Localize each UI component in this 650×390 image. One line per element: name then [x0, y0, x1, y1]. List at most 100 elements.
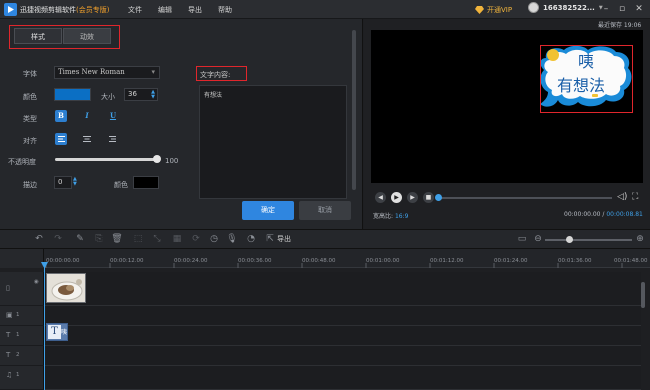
prev-frame-button[interactable]: ◀: [375, 192, 386, 203]
play-icon: ▶: [394, 194, 399, 201]
edit-icon[interactable]: ✎: [74, 233, 86, 245]
aspect-ratio[interactable]: 宽高比: 16:9: [373, 211, 408, 220]
fit-timeline-icon[interactable]: ▭: [516, 233, 528, 245]
align-right-icon: [109, 136, 116, 142]
zoom-out-icon[interactable]: ⊖: [532, 233, 544, 245]
ruler-tick-label: 00:00:24.00: [174, 258, 208, 264]
spin-arrows-icon[interactable]: ▲ ▼: [151, 90, 155, 100]
tab-style[interactable]: 样式: [14, 28, 62, 44]
track-header-text-1[interactable]: T 1: [0, 326, 44, 346]
stroke-stepper[interactable]: 0: [54, 176, 72, 189]
timeline-scrollbar[interactable]: [641, 282, 645, 308]
playhead-line[interactable]: [44, 262, 45, 390]
font-label: 字体: [23, 70, 37, 78]
delete-icon[interactable]: 🗑: [111, 233, 123, 245]
track-number: 2: [16, 352, 20, 358]
image-clip[interactable]: [46, 273, 86, 303]
zoom-in-icon[interactable]: ⊕: [634, 233, 646, 245]
spin-arrows-icon[interactable]: ▲ ▼: [73, 177, 77, 187]
redo-icon[interactable]: ↷: [52, 233, 64, 245]
text-content-field[interactable]: 有想法: [199, 85, 347, 199]
zoom-slider-track[interactable]: [545, 239, 632, 241]
panel-scrollbar[interactable]: [352, 30, 356, 190]
fullscreen-icon[interactable]: ⛶: [632, 192, 638, 202]
menu-edit[interactable]: 编辑: [158, 5, 172, 15]
opacity-slider-track[interactable]: [55, 158, 158, 161]
stroke-color-swatch[interactable]: [133, 176, 159, 189]
export-icon[interactable]: ⇱: [264, 233, 276, 245]
ruler-tick-label: 00:01:24.00: [494, 258, 528, 264]
diamond-icon: [475, 5, 484, 14]
eye-icon[interactable]: ◉: [34, 279, 39, 285]
track-header-music[interactable]: ♫ 1: [0, 366, 44, 390]
text-clip[interactable]: T 咦: [46, 323, 68, 341]
skip-back-icon: ◀: [378, 194, 383, 201]
underline-button[interactable]: U: [107, 110, 119, 122]
font-select[interactable]: Times New Roman ▾: [54, 66, 160, 79]
mosaic-icon[interactable]: ▦: [171, 233, 183, 245]
playback-progress-track[interactable]: [436, 197, 612, 199]
text-content-label: 文字内容:: [200, 71, 231, 79]
ruler-tick-label: 00:00:00.00: [46, 258, 80, 264]
resize-icon[interactable]: ⤡: [151, 233, 163, 245]
stroke-color-label: 颜色: [114, 181, 128, 189]
zoom-slider-handle[interactable]: [566, 236, 573, 243]
menu-help[interactable]: 帮助: [218, 5, 232, 15]
confirm-button[interactable]: 确定: [242, 201, 294, 220]
rotate-icon[interactable]: ⟳: [190, 233, 202, 245]
stop-button[interactable]: ■: [423, 192, 434, 203]
text-track-icon: T: [6, 331, 11, 339]
play-button[interactable]: ▶: [391, 192, 402, 203]
size-stepper[interactable]: 36 ▲ ▼: [124, 88, 158, 101]
ruler-tick-label: 00:00:36.00: [238, 258, 272, 264]
align-center-button[interactable]: [81, 133, 93, 145]
size-value: 36: [128, 90, 137, 98]
app-logo-icon: [4, 3, 17, 16]
timer-icon[interactable]: ◔: [245, 233, 257, 245]
align-center-icon: [83, 136, 91, 142]
cancel-button[interactable]: 取消: [299, 201, 351, 220]
minimize-icon[interactable]: –: [600, 3, 612, 15]
undo-icon[interactable]: ↶: [33, 233, 45, 245]
app-name: 迅捷视频剪辑软件: [20, 6, 76, 14]
microphone-icon[interactable]: 🎙: [226, 233, 238, 245]
track-header-video[interactable]: ▣ 1: [0, 306, 44, 326]
vip-button[interactable]: 开通VIP: [475, 3, 512, 16]
menu-file[interactable]: 文件: [128, 5, 142, 15]
track-number: 1: [16, 372, 20, 378]
italic-button[interactable]: I: [81, 110, 93, 122]
align-left-icon: [58, 136, 65, 142]
track-lane-text-2[interactable]: [44, 346, 641, 366]
opacity-value: 100: [165, 157, 179, 165]
bold-button[interactable]: B: [55, 110, 67, 122]
align-left-button[interactable]: [55, 133, 67, 145]
playback-progress-handle[interactable]: [435, 194, 442, 201]
export-button[interactable]: 导出: [277, 234, 291, 244]
close-icon[interactable]: ✕: [633, 3, 645, 15]
duration-icon[interactable]: ◷: [208, 233, 220, 245]
track-lane-text-1[interactable]: [44, 326, 641, 346]
video-track-icon: ▣: [6, 311, 13, 319]
track-lane-image[interactable]: [44, 272, 641, 306]
track-lane-video[interactable]: [44, 306, 641, 326]
track-header-text-2[interactable]: T 2: [0, 346, 44, 366]
ruler-tick-label: 00:01:48.00: [614, 258, 648, 264]
crop-icon[interactable]: ⬚: [132, 233, 144, 245]
food-thumbnail-image: [47, 274, 85, 302]
tab-animation[interactable]: 动效: [63, 28, 111, 44]
track-lane-music[interactable]: [44, 366, 641, 390]
opacity-slider-handle[interactable]: [153, 155, 161, 163]
last-saved-label: 最近保存 19:06: [598, 22, 642, 29]
align-right-button[interactable]: [107, 133, 119, 145]
color-label: 颜色: [23, 93, 37, 101]
aspect-ratio-label: 宽高比:: [373, 213, 394, 220]
menu-export[interactable]: 导出: [188, 5, 202, 15]
bubble-text-line1: 咦: [578, 52, 595, 71]
volume-icon[interactable]: ◁): [617, 192, 627, 202]
user-account[interactable]: 166382522... ▼: [528, 2, 603, 13]
next-frame-button[interactable]: ▶: [407, 192, 418, 203]
maximize-icon[interactable]: ▫: [616, 3, 628, 15]
text-color-swatch[interactable]: [54, 88, 91, 101]
track-header-image[interactable]: ▯ ◉: [0, 272, 44, 306]
split-icon[interactable]: ⎘: [93, 233, 105, 245]
